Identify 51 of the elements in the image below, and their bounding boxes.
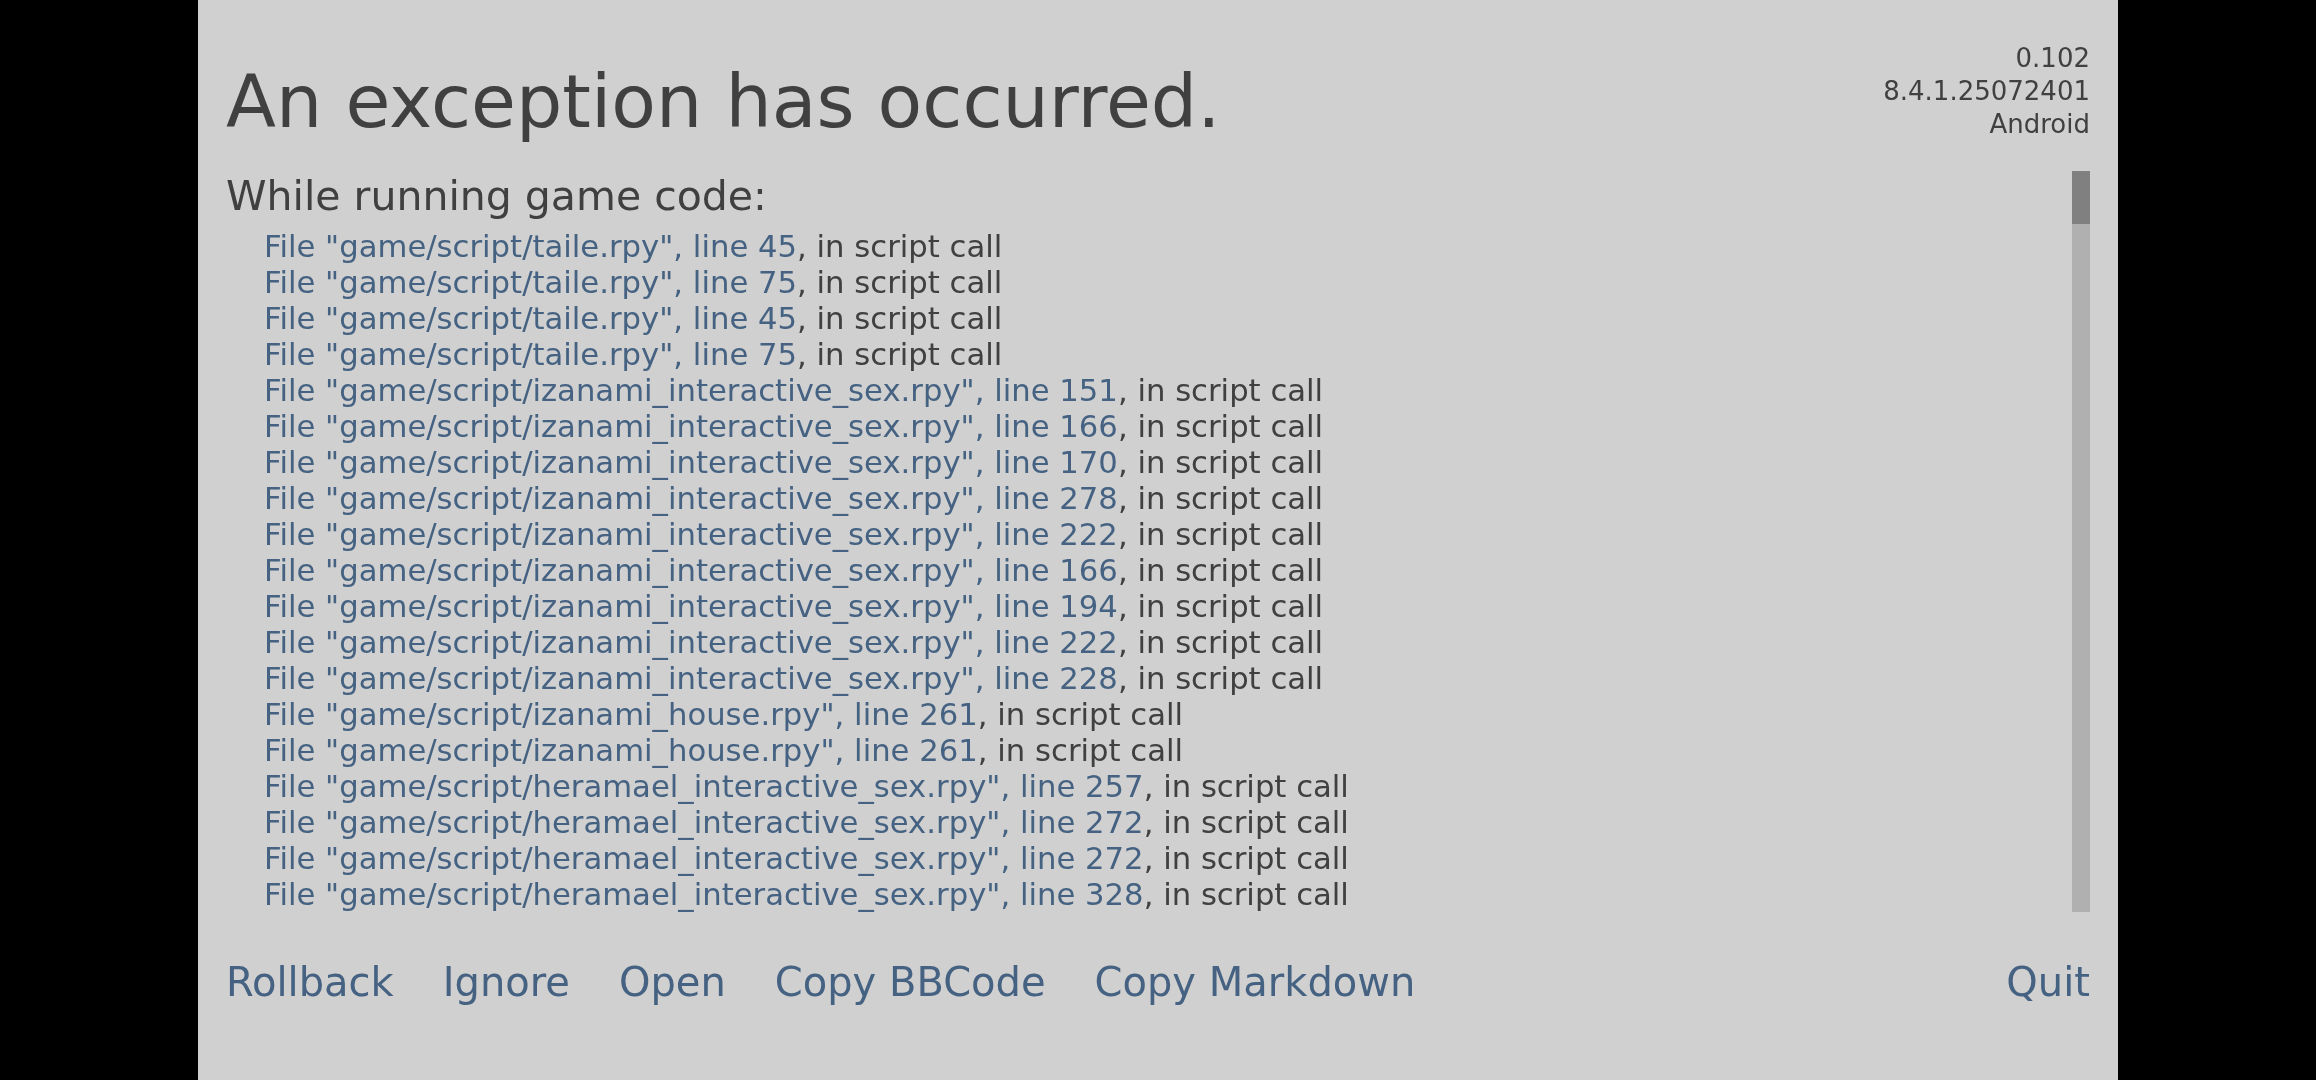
file-link[interactable]: File "game/script/izanami_interactive_sex.rpy", line 151 <box>264 373 1118 408</box>
file-link[interactable]: File "game/script/taile.rpy", line 75 <box>264 337 798 372</box>
file-link[interactable]: File "game/script/taile.rpy", line 45 <box>264 229 798 264</box>
action-button[interactable]: Copy Markdown <box>1094 958 1416 1006</box>
action-button[interactable]: Copy BBCode <box>774 958 1046 1006</box>
version-text: 0.102 <box>2015 42 2090 75</box>
traceback-line: File "game/script/heramael_interactive_sex.rpy", line 272, in script call <box>263 841 1349 877</box>
traceback-line: File "game/script/izanami_interactive_sex.rpy", line 166, in script call <box>263 553 1324 589</box>
version-text: Android <box>1989 108 2090 141</box>
traceback-line: File "game/script/izanami_interactive_sex.rpy", line 170, in script call <box>263 445 1324 481</box>
scrollbar-thumb[interactable] <box>2072 171 2090 224</box>
file-link[interactable]: File "game/script/heramael_interactive_sex.rpy", line 272 <box>264 805 1144 840</box>
traceback-line: File "game/script/taile.rpy", line 45, in script call <box>263 229 1003 265</box>
traceback-line: File "game/script/heramael_interactive_sex.rpy", line 272, in script call <box>263 805 1349 841</box>
traceback-line: File "game/script/izanami_interactive_sex.rpy", line 222, in script call <box>263 517 1324 553</box>
file-link[interactable]: File "game/script/taile.rpy", line 75 <box>264 265 798 300</box>
action-button[interactable]: Open <box>618 958 726 1006</box>
file-link[interactable]: File "game/script/izanami_house.rpy", line 261 <box>264 733 978 768</box>
file-link[interactable]: File "game/script/izanami_interactive_sex.rpy", line 222 <box>264 625 1118 660</box>
traceback-heading: While running game code: <box>226 171 768 221</box>
file-link[interactable]: File "game/script/izanami_interactive_sex.rpy", line 228 <box>264 661 1118 696</box>
traceback-line: File "game/script/izanami_interactive_sex.rpy", line 228, in script call <box>263 661 1324 697</box>
traceback-line: File "game/script/izanami_interactive_sex.rpy", line 151, in script call <box>263 373 1324 409</box>
file-link[interactable]: File "game/script/taile.rpy", line 45 <box>264 301 798 336</box>
version-text: 8.4.1.25072401 <box>1883 75 2090 108</box>
traceback-line: File "game/script/heramael_interactive_sex.rpy", line 328, in script call <box>263 877 1349 913</box>
error-title: An exception has occurred. <box>226 59 1221 145</box>
file-link[interactable]: File "game/script/heramael_interactive_sex.rpy", line 257 <box>264 769 1144 804</box>
traceback-line: File "game/script/izanami_interactive_sex.rpy", line 222, in script call <box>263 625 1324 661</box>
file-link[interactable]: File "game/script/izanami_interactive_sex.rpy", line 222 <box>264 517 1118 552</box>
traceback-line: File "game/script/taile.rpy", line 75, in script call <box>263 265 1003 301</box>
action-button[interactable]: Rollback <box>226 958 394 1006</box>
file-link[interactable]: File "game/script/izanami_interactive_sex.rpy", line 170 <box>264 445 1118 480</box>
traceback-line: File "game/script/izanami_interactive_sex.rpy", line 194, in script call <box>263 589 1324 625</box>
traceback-line: File "game/script/izanami_house.rpy", line 261, in script call <box>263 733 1184 769</box>
file-link[interactable]: File "game/script/izanami_interactive_sex.rpy", line 166 <box>264 409 1118 444</box>
file-link[interactable]: File "game/script/heramael_interactive_sex.rpy", line 272 <box>264 841 1144 876</box>
file-link[interactable]: File "game/script/izanami_interactive_sex.rpy", line 166 <box>264 553 1118 588</box>
file-link[interactable]: File "game/script/izanami_interactive_sex.rpy", line 278 <box>264 481 1118 516</box>
file-link[interactable]: File "game/script/heramael_interactive_sex.rpy", line 328 <box>264 877 1144 912</box>
action-button[interactable]: Ignore <box>442 958 570 1006</box>
traceback-line: File "game/script/taile.rpy", line 45, in script call <box>263 301 1003 337</box>
scrollbar-track[interactable] <box>2072 171 2090 912</box>
file-link[interactable]: File "game/script/izanami_house.rpy", line 261 <box>264 697 978 732</box>
quit-button[interactable]: Quit <box>2006 958 2090 1006</box>
traceback-line: File "game/script/izanami_interactive_sex.rpy", line 166, in script call <box>263 409 1324 445</box>
traceback-line: File "game/script/izanami_house.rpy", line 261, in script call <box>263 697 1184 733</box>
file-link[interactable]: File "game/script/izanami_interactive_sex.rpy", line 194 <box>264 589 1118 624</box>
traceback-line: File "game/script/izanami_interactive_sex.rpy", line 278, in script call <box>263 481 1324 517</box>
traceback-line: File "game/script/taile.rpy", line 75, in script call <box>263 337 1003 373</box>
traceback-line: File "game/script/heramael_interactive_sex.rpy", line 257, in script call <box>263 769 1349 805</box>
